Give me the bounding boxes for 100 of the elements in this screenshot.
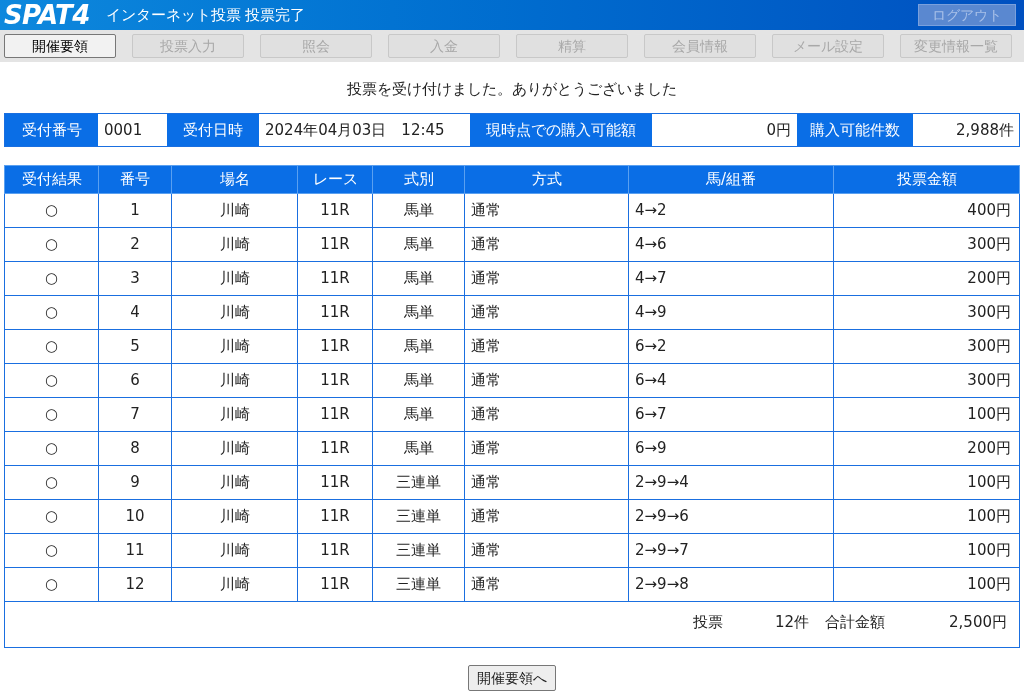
table-cell: 馬単 [372,431,465,466]
table-cell: 11R [297,261,373,296]
table-cell: 三連単 [372,465,465,500]
summary-label: 投票 [693,612,723,634]
table-cell: 馬単 [372,295,465,330]
table-cell: 100円 [833,465,1020,500]
table-cell: 11 [98,533,172,568]
table-cell: 100円 [833,533,1020,568]
logo: SPAT4 [4,2,90,28]
table-cell: 11R [297,329,373,364]
table-cell: 川崎 [171,431,298,466]
table-cell: 11R [297,193,373,228]
table-cell: 川崎 [171,261,298,296]
column-header: 式別 [372,165,465,194]
table-cell: 10 [98,499,172,534]
table-cell: 11R [297,533,373,568]
info-label: 受付番号 [5,114,98,146]
column-header: 場名 [171,165,298,194]
table-cell: 300円 [833,363,1020,398]
table-cell: 馬単 [372,193,465,228]
info-label: 現時点での購入可能額 [470,114,652,146]
table-cell: 300円 [833,329,1020,364]
table-cell: 川崎 [171,499,298,534]
table-cell: 川崎 [171,227,298,262]
table-cell: 2 [98,227,172,262]
table-cell: 2→9→7 [628,533,834,568]
column-header: 馬/組番 [628,165,834,194]
table-cell: 100円 [833,397,1020,432]
summary-count: 12件 [773,612,809,634]
table-cell: 3 [98,261,172,296]
table-cell: ○ [4,431,99,466]
table-cell: 通常 [464,295,629,330]
table-cell: 通常 [464,499,629,534]
column-header: レース [297,165,373,194]
table-cell: 通常 [464,465,629,500]
table-cell: 1 [98,193,172,228]
table-cell: 通常 [464,363,629,398]
table-cell: 川崎 [171,465,298,500]
table-cell: 川崎 [171,295,298,330]
table-cell: 6→4 [628,363,834,398]
table-cell: ○ [4,533,99,568]
table-cell: 11R [297,397,373,432]
table-cell: ○ [4,499,99,534]
table-cell: 川崎 [171,533,298,568]
table-cell: 11R [297,465,373,500]
column-header: 受付結果 [4,165,99,194]
table-cell: 2→9→8 [628,567,834,602]
table-cell: 通常 [464,329,629,364]
table-cell: ○ [4,397,99,432]
table-cell: 7 [98,397,172,432]
page-title: インターネット投票 投票完了 [105,4,306,26]
table-cell: ○ [4,329,99,364]
table-cell: ○ [4,261,99,296]
nav-button[interactable]: 開催要領 [4,34,116,58]
table-cell: 川崎 [171,397,298,432]
table-cell: 12 [98,567,172,602]
table-cell: 400円 [833,193,1020,228]
info-value: 2,988件 [955,119,1015,141]
table-cell: 馬単 [372,329,465,364]
table-cell: 通常 [464,227,629,262]
table-cell: 三連単 [372,499,465,534]
info-label: 購入可能件数 [797,114,913,146]
confirmation-message: 投票を受け付けました。ありがとうございました [346,79,678,98]
table-cell: 4→7 [628,261,834,296]
column-header: 投票金額 [833,165,1020,194]
table-cell: 100円 [833,567,1020,602]
table-cell: ○ [4,465,99,500]
summary-label: 合計金額 [825,612,885,634]
table-cell: 通常 [464,397,629,432]
table-cell: 300円 [833,227,1020,262]
table-cell: 川崎 [171,567,298,602]
schedule-button[interactable]: 開催要領へ [468,665,556,691]
table-cell: 通常 [464,261,629,296]
info-value: 2024年04月03日 12:45 [264,119,446,141]
table-cell: 11R [297,567,373,602]
table-cell: 4→2 [628,193,834,228]
table-cell: 300円 [833,295,1020,330]
table-cell: 6 [98,363,172,398]
table-cell: 5 [98,329,172,364]
table-cell: 200円 [833,431,1020,466]
info-value: 0001 [103,119,144,141]
table-cell: 9 [98,465,172,500]
table-cell: 6→7 [628,397,834,432]
table-cell: 馬単 [372,227,465,262]
summary-total: 2,500円 [948,612,1007,634]
table-cell: 11R [297,499,373,534]
table-cell: 川崎 [171,193,298,228]
table-cell: 2→9→6 [628,499,834,534]
table-cell: 馬単 [372,363,465,398]
column-header: 番号 [98,165,172,194]
table-cell: 4 [98,295,172,330]
table-cell: 100円 [833,499,1020,534]
table-cell: 2→9→4 [628,465,834,500]
table-cell: 6→9 [628,431,834,466]
table-cell: ○ [4,295,99,330]
column-header: 方式 [464,165,629,194]
table-cell: 200円 [833,261,1020,296]
table-cell: 通常 [464,193,629,228]
table-cell: 11R [297,227,373,262]
table-cell: 通常 [464,533,629,568]
